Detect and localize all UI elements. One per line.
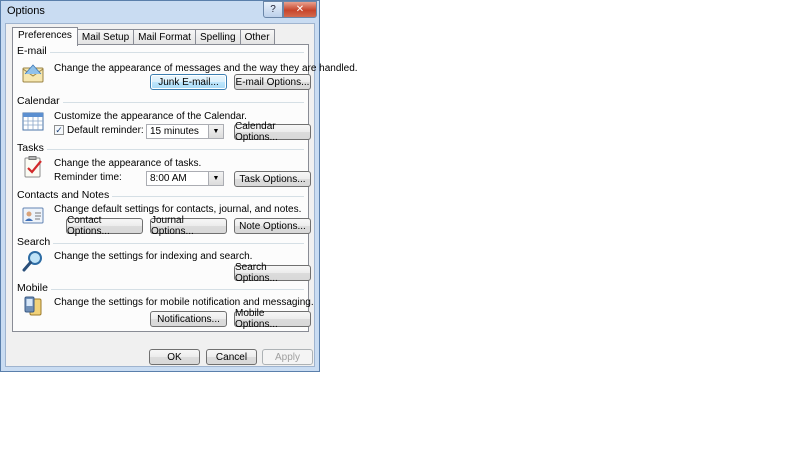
calendar-section: Calendar Customize the appearance of the…: [13, 95, 311, 143]
contacts-description: Change default settings for contacts, jo…: [54, 204, 302, 215]
email-section: E-mail Change the appearance of messages…: [13, 45, 358, 92]
note-options-button[interactable]: Note Options...: [234, 218, 311, 234]
calendar-section-label: Calendar: [17, 95, 63, 107]
section-divider: [17, 243, 304, 244]
task-clipboard-icon: [24, 156, 42, 178]
calendar-options-button[interactable]: Calendar Options...: [234, 121, 311, 143]
mobile-device-icon: [24, 296, 42, 316]
search-options-button[interactable]: Search Options...: [234, 262, 311, 284]
search-description: Change the settings for indexing and sea…: [54, 251, 253, 262]
tab-spelling[interactable]: Spelling: [194, 29, 241, 45]
mobile-description: Change the settings for mobile notificat…: [54, 297, 314, 308]
reminder-time-value: 8:00 AM: [150, 173, 187, 184]
dropdown-arrow-icon[interactable]: ▼: [208, 125, 223, 138]
section-divider: [17, 289, 304, 290]
tab-mail-format[interactable]: Mail Format: [133, 29, 196, 45]
reminder-time-select[interactable]: 8:00 AM ▼: [146, 171, 224, 186]
cancel-button[interactable]: Cancel: [206, 349, 257, 365]
default-reminder-checkbox[interactable]: ✓: [54, 125, 64, 135]
email-options-button[interactable]: E-mail Options...: [234, 74, 311, 90]
junk-email-button[interactable]: Junk E-mail...: [150, 74, 227, 90]
window-title: Options: [7, 5, 45, 17]
help-icon: ?: [270, 4, 276, 15]
checkmark-icon: ✓: [55, 125, 63, 135]
calendar-description: Customize the appearance of the Calendar…: [54, 111, 247, 122]
dialog-client: Preferences Mail Setup Mail Format Spell…: [5, 23, 358, 367]
close-button[interactable]: ✕: [283, 1, 317, 18]
default-reminder-label: Default reminder:: [67, 125, 144, 136]
mobile-options-button[interactable]: Mobile Options...: [234, 308, 311, 330]
section-divider: [17, 149, 304, 150]
tab-strip: Preferences Mail Setup Mail Format Spell…: [12, 27, 275, 46]
contact-options-button[interactable]: Contact Options...: [66, 215, 143, 237]
tab-mail-setup[interactable]: Mail Setup: [76, 29, 135, 45]
email-section-label: E-mail: [17, 45, 50, 57]
tasks-description: Change the appearance of tasks.: [54, 158, 202, 169]
task-options-button[interactable]: Task Options...: [234, 171, 311, 187]
preferences-panel: E-mail Change the appearance of messages…: [12, 44, 358, 332]
magnifier-icon: [22, 251, 42, 272]
dropdown-arrow-icon[interactable]: ▼: [208, 172, 223, 185]
title-bar[interactable]: Options ? ✕: [1, 1, 319, 21]
envelope-icon: [22, 64, 44, 83]
close-icon: ✕: [295, 4, 305, 15]
contacts-section-label: Contacts and Notes: [17, 189, 113, 201]
mobile-section: Mobile Change the settings for mobile no…: [13, 282, 314, 330]
email-description: Change the appearance of messages and th…: [54, 63, 358, 74]
reminder-time-label: Reminder time:: [54, 172, 122, 183]
section-divider: [99, 196, 304, 197]
search-section: Search Change the settings for indexing …: [13, 236, 311, 284]
default-reminder-select[interactable]: 15 minutes ▼: [146, 124, 224, 139]
ok-button[interactable]: OK: [149, 349, 200, 365]
tasks-section: Tasks Change the appearance of tasks. Re…: [13, 142, 311, 189]
apply-button[interactable]: Apply: [262, 349, 313, 365]
calendar-icon: [22, 112, 44, 131]
contact-card-icon: [22, 207, 44, 224]
journal-options-button[interactable]: Journal Options...: [150, 215, 227, 237]
section-divider: [17, 52, 304, 53]
help-button[interactable]: ?: [263, 1, 283, 18]
options-dialog: Options ? ✕ Preferences Mail Setup Mail …: [0, 0, 358, 372]
tasks-section-label: Tasks: [17, 142, 47, 154]
tab-preferences[interactable]: Preferences: [12, 27, 78, 46]
mobile-section-label: Mobile: [17, 282, 51, 294]
notifications-button[interactable]: Notifications...: [150, 311, 227, 327]
contacts-section: Contacts and Notes Change default settin…: [13, 189, 311, 237]
default-reminder-value: 15 minutes: [150, 126, 199, 137]
search-section-label: Search: [17, 236, 54, 248]
tab-other[interactable]: Other: [239, 29, 275, 45]
